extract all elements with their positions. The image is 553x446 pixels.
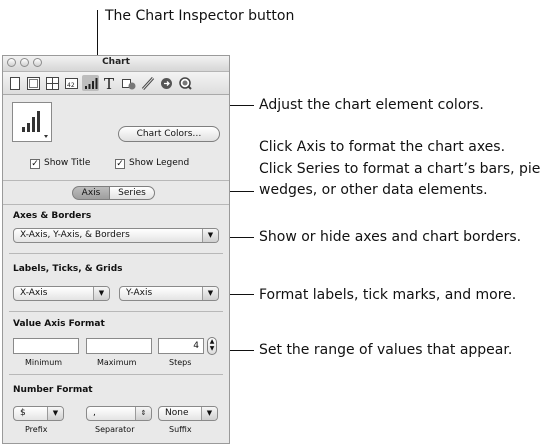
minimum-field[interactable] bbox=[13, 338, 79, 354]
axes-borders-popup[interactable]: X-Axis, Y-Axis, & Borders ▼ bbox=[13, 228, 219, 243]
separator-popup[interactable]: , ⇕ bbox=[86, 406, 152, 421]
title-bar: Chart bbox=[3, 56, 229, 72]
quicktime-icon bbox=[179, 76, 192, 90]
show-legend-label: Show Legend bbox=[129, 158, 190, 168]
link-inspector-button[interactable] bbox=[158, 75, 175, 91]
divider bbox=[9, 374, 223, 375]
chevron-down-icon: ▼ bbox=[201, 407, 217, 420]
steps-label: Steps bbox=[169, 358, 192, 367]
chevron-down-icon: ▼ bbox=[202, 229, 218, 242]
chart-colors-button[interactable]: Chart Colors… bbox=[118, 126, 220, 142]
document-inspector-button[interactable] bbox=[6, 75, 23, 91]
maximum-label: Maximum bbox=[97, 358, 137, 367]
chevron-down-icon: ▼ bbox=[202, 287, 218, 300]
chevron-updown-icon: ⇕ bbox=[135, 407, 151, 420]
table-icon bbox=[46, 76, 59, 90]
y-axis-popup[interactable]: Y-Axis ▼ bbox=[119, 286, 219, 301]
show-legend-checkbox[interactable]: ✓ bbox=[115, 159, 125, 169]
svg-text:T: T bbox=[104, 76, 114, 90]
divider bbox=[3, 180, 229, 181]
x-axis-value: X-Axis bbox=[20, 288, 48, 298]
chart-icon bbox=[84, 77, 97, 89]
layout-inspector-button[interactable] bbox=[25, 75, 42, 91]
tab-axis[interactable]: Axis bbox=[72, 186, 110, 200]
callout-labels: Format labels, tick marks, and more. bbox=[259, 287, 517, 303]
separator-label: Separator bbox=[95, 425, 135, 434]
callout-axis-series-1: Click Axis to format the chart axes. bbox=[259, 139, 506, 155]
callout-colors: Adjust the chart element colors. bbox=[259, 97, 484, 113]
tab-series[interactable]: Series bbox=[109, 186, 155, 200]
show-title-checkbox[interactable]: ✓ bbox=[30, 159, 40, 169]
table-inspector-button[interactable] bbox=[44, 75, 61, 91]
suffix-popup[interactable]: None ▼ bbox=[158, 406, 218, 421]
metrics-icon: 42 bbox=[65, 77, 78, 89]
chevron-down-icon: ▼ bbox=[93, 287, 109, 300]
text-icon: T bbox=[104, 76, 114, 90]
chart-type-button[interactable] bbox=[12, 102, 52, 142]
link-icon bbox=[161, 77, 172, 89]
window-title: Chart bbox=[102, 57, 130, 67]
metrics-inspector-button[interactable]: 42 bbox=[63, 75, 80, 91]
value-axis-format-heading: Value Axis Format bbox=[13, 319, 105, 329]
ruler-icon bbox=[141, 76, 154, 90]
chevron-down-icon: ▼ bbox=[47, 407, 63, 420]
divider bbox=[3, 204, 229, 205]
prefix-value: $ bbox=[20, 408, 26, 418]
callout-axis-series-2: Click Series to format a chart’s bars, p… bbox=[259, 161, 541, 177]
layout-icon bbox=[27, 76, 40, 90]
suffix-label: Suffix bbox=[169, 425, 192, 434]
callout-axes-borders: Show or hide axes and chart borders. bbox=[259, 229, 522, 245]
x-axis-popup[interactable]: X-Axis ▼ bbox=[13, 286, 110, 301]
chart-inspector-button[interactable] bbox=[82, 75, 99, 91]
chart-inspector-window: Chart 42 T Chart Colors… ✓ Show Title ✓ … bbox=[2, 55, 230, 444]
document-icon bbox=[9, 76, 20, 90]
axes-borders-value: X-Axis, Y-Axis, & Borders bbox=[20, 230, 130, 240]
text-inspector-button[interactable]: T bbox=[101, 75, 118, 91]
steps-stepper[interactable]: ▲ ▼ bbox=[207, 337, 217, 355]
ruler-inspector-button[interactable] bbox=[139, 75, 156, 91]
separator-value: , bbox=[93, 408, 96, 418]
y-axis-value: Y-Axis bbox=[126, 288, 153, 298]
bar-chart-icon bbox=[22, 111, 48, 138]
maximum-field[interactable] bbox=[86, 338, 152, 354]
quicktime-inspector-button[interactable] bbox=[177, 75, 194, 91]
minimum-label: Minimum bbox=[25, 358, 63, 367]
callout-axis-series-3: wedges, or other data elements. bbox=[259, 182, 488, 198]
labels-ticks-grids-heading: Labels, Ticks, & Grids bbox=[13, 264, 123, 274]
svg-text:42: 42 bbox=[67, 82, 75, 89]
show-title-label: Show Title bbox=[44, 158, 91, 168]
prefix-popup[interactable]: $ ▼ bbox=[13, 406, 64, 421]
graphic-inspector-button[interactable] bbox=[120, 75, 137, 91]
inspector-toolbar: 42 T bbox=[3, 72, 229, 95]
divider bbox=[9, 311, 223, 312]
axes-borders-heading: Axes & Borders bbox=[13, 211, 92, 221]
number-format-heading: Number Format bbox=[13, 385, 93, 395]
suffix-value: None bbox=[165, 408, 189, 418]
graphic-icon bbox=[121, 78, 135, 89]
callout-inspector-button: The Chart Inspector button bbox=[105, 8, 295, 24]
callout-range: Set the range of values that appear. bbox=[259, 342, 513, 358]
divider bbox=[9, 253, 223, 254]
prefix-label: Prefix bbox=[25, 425, 48, 434]
steps-field[interactable]: 4 bbox=[158, 338, 204, 354]
